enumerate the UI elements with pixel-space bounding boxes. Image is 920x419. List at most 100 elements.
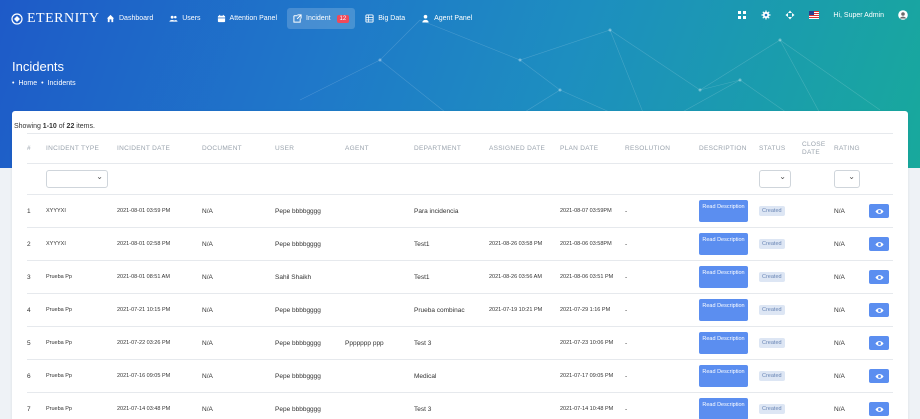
rating-filter-select[interactable] [834, 170, 860, 188]
read-description-button[interactable]: Read Description [699, 200, 748, 222]
fullscreen-icon[interactable] [785, 10, 795, 20]
database-icon [365, 14, 374, 23]
agent-cell [345, 293, 414, 327]
close-date-cell [802, 392, 834, 419]
nav-big-data[interactable]: Big Data [359, 8, 411, 29]
incident-type-cell: XYYYXI [46, 227, 117, 261]
actions-cell [869, 194, 893, 228]
column-header[interactable]: Document [202, 133, 275, 164]
assigned-date-cell: 2021-07-19 10:21 PM [489, 293, 560, 327]
department-cell: Test 3 [414, 326, 489, 360]
rating-cell: N/A [834, 392, 869, 419]
gear-icon[interactable] [761, 10, 771, 20]
summary-mid: of [56, 123, 67, 130]
resolution-cell: - [625, 260, 699, 294]
agent-cell [345, 194, 414, 228]
read-description-button[interactable]: Read Description [699, 266, 748, 288]
status-badge: Created [759, 272, 785, 282]
column-header[interactable]: Resolution [625, 133, 699, 164]
column-header[interactable]: Close Date [802, 133, 834, 164]
incident-type-cell: Prueba Pp [46, 326, 117, 360]
users-icon [169, 15, 178, 22]
column-header[interactable]: Status [759, 133, 802, 164]
table-row: 2 XYYYXI 2021-08-01 02:58 PM N/A Pepe bbbbgg… [27, 227, 893, 261]
rating-cell: N/A [834, 293, 869, 327]
view-button[interactable] [869, 237, 889, 251]
column-header[interactable]: Department [414, 133, 489, 164]
column-header[interactable]: Assigned Date [489, 133, 560, 164]
read-description-button[interactable]: Read Description [699, 299, 748, 321]
row-number: 5 [27, 326, 46, 360]
description-cell: Read Description [699, 194, 759, 228]
view-button[interactable] [869, 204, 889, 218]
status-badge: Created [759, 305, 785, 315]
close-date-cell [802, 359, 834, 393]
column-header[interactable]: # [27, 133, 46, 164]
read-description-button[interactable]: Read Description [699, 398, 748, 419]
incident-type-filter-select[interactable] [46, 170, 108, 188]
table-row: 5 Prueba Pp 2021-07-22 03:26 PM N/A Pepe bbb… [27, 326, 893, 360]
view-button[interactable] [869, 270, 889, 284]
incident-date-cell: 2021-07-22 03:26 PM [117, 326, 202, 360]
actions-cell [869, 260, 893, 294]
rating-cell: N/A [834, 194, 869, 228]
incident-date-cell: 2021-08-01 03:59 PM [117, 194, 202, 228]
resolution-cell: - [625, 227, 699, 261]
column-header[interactable]: Incident Date [117, 133, 202, 164]
breadcrumb-bullet-icon: • [41, 80, 44, 87]
nav-incident[interactable]: Incident 12 [287, 8, 356, 29]
actions-cell [869, 326, 893, 360]
nav-agent-panel[interactable]: Agent Panel [415, 8, 478, 29]
agent-icon [422, 14, 429, 23]
resolution-cell: - [625, 392, 699, 419]
status-cell: Created [759, 359, 802, 393]
column-header[interactable]: Agent [345, 133, 414, 164]
table-row: 7 Prueba Pp 2021-07-14 03:48 PM N/A Pepe bbb… [27, 392, 893, 419]
user-cell: Pepe bbbbgggg [275, 326, 345, 360]
eye-icon [874, 208, 884, 214]
column-header[interactable]: Rating [834, 133, 869, 164]
column-header[interactable] [869, 133, 893, 164]
filter-row [27, 163, 893, 195]
apps-icon[interactable] [737, 10, 747, 20]
column-header[interactable]: Plan Date [560, 133, 625, 164]
view-button[interactable] [869, 402, 889, 416]
view-button[interactable] [869, 369, 889, 383]
summary-prefix: Showing [14, 123, 43, 130]
table-row: 6 Prueba Pp 2021-07-16 09:05 PM N/A Pepe bbb… [27, 359, 893, 393]
table-row: 3 Prueba Pp 2021-08-01 08:51 AM N/A Sahil Sh… [27, 260, 893, 294]
nav-users[interactable]: Users [163, 8, 206, 29]
filter-cell-incident-type [46, 163, 117, 195]
nav-dashboard[interactable]: Dashboard [100, 8, 159, 29]
column-header[interactable]: Description [699, 133, 759, 164]
assigned-date-cell [489, 392, 560, 419]
assigned-date-cell [489, 359, 560, 393]
eye-icon [874, 274, 884, 280]
incident-date-cell: 2021-07-21 10:15 PM [117, 293, 202, 327]
view-button[interactable] [869, 336, 889, 350]
row-number: 4 [27, 293, 46, 327]
document-cell: N/A [202, 293, 275, 327]
document-cell: N/A [202, 326, 275, 360]
nav-agent-panel-label: Agent Panel [434, 15, 473, 22]
view-button[interactable] [869, 303, 889, 317]
status-filter-select[interactable] [759, 170, 791, 188]
user-avatar-icon[interactable] [898, 10, 908, 20]
calendar-icon [217, 14, 225, 23]
incident-type-cell: Prueba Pp [46, 359, 117, 393]
brand-logo[interactable]: ETERNITY [11, 11, 99, 27]
nav-attention-panel[interactable]: Attention Panel [211, 8, 283, 29]
read-description-button[interactable]: Read Description [699, 332, 748, 354]
user-greeting[interactable]: Hi, Super Admin [833, 12, 884, 19]
row-number: 6 [27, 359, 46, 393]
status-cell: Created [759, 326, 802, 360]
column-header[interactable]: User [275, 133, 345, 164]
read-description-button[interactable]: Read Description [699, 365, 748, 387]
document-cell: N/A [202, 194, 275, 228]
assigned-date-cell: 2021-08-26 03:58 PM [489, 227, 560, 261]
breadcrumb-home[interactable]: Home [18, 80, 37, 87]
department-cell: Para incidencia [414, 194, 489, 228]
read-description-button[interactable]: Read Description [699, 233, 748, 255]
column-header[interactable]: Incident Type [46, 133, 117, 164]
us-flag-icon[interactable] [809, 11, 820, 19]
